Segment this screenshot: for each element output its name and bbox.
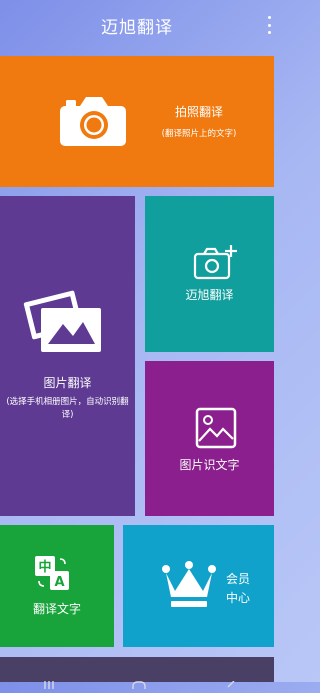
translate-icon-cn: 中 [38,559,51,575]
app-title: 迈旭翻译 [101,17,173,38]
camera-plus-icon [193,244,239,280]
maixu-translate-title: 迈旭翻译 [185,288,234,302]
image-ocr-title: 图片识文字 [179,458,240,472]
translate-icon: 中 A [34,555,70,591]
photo-translate-subtitle: (翻译照片上的文字) [161,129,237,139]
image-ocr-tile[interactable]: 图片识文字 [145,361,274,516]
recent-apps-icon[interactable] [43,674,55,689]
camera-icon [58,94,128,148]
image-icon [195,407,237,449]
crown-icon [161,561,217,609]
photos-icon [23,284,107,358]
text-translate-title: 翻译文字 [32,602,81,616]
more-vertical-icon[interactable] [268,16,271,34]
app-header: 迈旭翻译 [0,0,274,50]
image-translate-title: 图片翻译 [43,376,92,390]
vip-center-title: 会员 中心 [221,570,255,608]
home-icon[interactable] [132,674,146,693]
text-translate-tile[interactable]: 中 A 翻译文字 [0,525,114,647]
vip-title-line1: 会员 [225,572,250,586]
translate-icon-en: A [54,575,64,590]
maixu-translate-tile[interactable]: 迈旭翻译 [145,196,274,352]
image-translate-subtitle: (选择手机相册图片，自动识别翻译) [6,397,129,420]
photo-translate-title: 拍照翻译 [174,105,223,119]
back-icon[interactable] [225,674,237,688]
vip-title-line2: 中心 [225,591,250,605]
vip-center-tile[interactable]: 会员 中心 [123,525,274,647]
photo-translate-tile[interactable]: 拍照翻译 (翻译照片上的文字) [0,56,274,187]
image-translate-tile[interactable]: 图片翻译 (选择手机相册图片，自动识别翻译) [0,196,135,516]
